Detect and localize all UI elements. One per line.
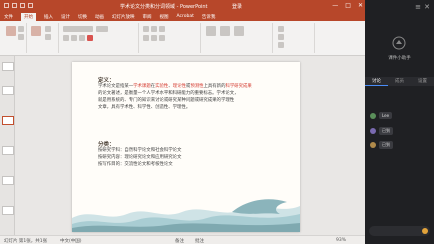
ribbon-tabs: 文件 开始 插入 设计 切换 动画 幻灯片放映 审阅 视图 Acrobat 告诉… [0,12,365,21]
slide-thumbnail[interactable] [2,176,14,185]
slide-thumbnail[interactable] [2,206,14,215]
tab-insert[interactable]: 插入 [44,14,53,20]
layout-icon[interactable] [45,26,51,32]
tell-me-search[interactable]: 告诉我 [202,14,216,20]
status-bar: 幻灯片 第1张，共1张 中文(中国) 备注 批注 93% [0,235,365,244]
category-line-2: 按研究内容：理论研究论文和应用研究论文 [98,155,182,160]
definition-heading: 定义： [98,78,115,84]
cut-icon[interactable] [18,26,24,32]
minimize-button[interactable]: — [332,2,338,9]
align-left-icon[interactable] [143,35,149,41]
notes-button[interactable]: 备注 [175,238,184,244]
window-title: 学术论文分类和分词领域 - PowerPoint [120,4,208,10]
powerpoint-window: 学术论文分类和分词领域 - PowerPoint 登录 — □ ✕ 文件 开始 … [0,0,365,244]
save-icon[interactable] [4,3,9,8]
category-line-1: 按研究学科：自然科学论文和社会科学论文 [98,148,182,153]
new-slide-icon[interactable] [31,26,41,36]
redo-icon[interactable] [20,3,25,8]
slide-thumbnail[interactable] [2,146,14,155]
align-right-icon[interactable] [159,35,165,41]
font-size-select[interactable] [96,26,108,32]
tab-settings[interactable]: 设置 [411,77,434,86]
slide-thumbnail[interactable] [2,62,14,71]
panel-tabs: 讨论 成员 设置 [365,77,434,86]
sign-in-link[interactable]: 登录 [232,3,242,10]
chat-message: Lee [370,112,393,119]
chat-input[interactable] [369,226,430,236]
comments-button[interactable]: 批注 [195,238,204,244]
close-icon[interactable]: ✕ [424,3,430,11]
chat-message: 已到 [370,127,393,135]
tab-transitions[interactable]: 切换 [78,14,87,20]
editing-group [274,23,315,53]
slide-thumbnails-pane [0,56,15,236]
tab-file[interactable]: 文件 [4,14,13,20]
replace-icon[interactable] [278,34,284,40]
avatar [370,128,376,134]
tab-design[interactable]: 设计 [61,14,70,20]
category-line-3: 按写作目的：交流性论文和考核性论文 [98,162,173,167]
slide-thumbnail[interactable] [2,86,14,95]
slides-group [28,23,59,53]
copy-icon[interactable] [18,34,24,40]
wave-decoration [72,199,300,232]
send-icon[interactable] [422,228,428,234]
chat-message: 已到 [370,141,393,149]
tab-slideshow[interactable]: 幻灯片放映 [112,14,135,20]
quick-styles-icon[interactable] [234,26,244,36]
start-slideshow-icon[interactable] [28,3,33,8]
avatar [370,142,376,148]
zoom-level[interactable]: 93% [336,238,346,243]
paste-icon[interactable] [6,26,16,36]
underline-icon[interactable] [79,35,85,41]
undo-icon[interactable] [12,3,17,8]
indent-icon[interactable] [159,26,165,32]
slide-canvas[interactable]: 定义： 学术论文是指某一学术课题在实验性、理论性或预测性上具有新的科学研究成果 … [72,62,300,232]
tab-members[interactable]: 成员 [388,77,411,86]
definition-line-4: 文章，具有学术性、科学性、创造性、学理性。 [98,105,191,110]
align-center-icon[interactable] [151,35,157,41]
language-indicator[interactable]: 中文(中国) [60,238,82,244]
assistant-side-panel: ≡ ✕ 课件小助手 讨论 成员 设置 Lee 已到 已到 [365,0,434,244]
bullets-icon[interactable] [143,26,149,32]
message-text: 已到 [379,141,393,149]
slide-thumbnail-selected[interactable] [2,116,14,125]
ribbon-toolbar [0,21,365,56]
reset-icon[interactable] [45,34,51,40]
tab-acrobat[interactable]: Acrobat [177,14,194,19]
avatar [370,112,376,119]
font-color-icon[interactable] [87,35,93,41]
clipboard-group [2,23,27,53]
slide-counter: 幻灯片 第1张，共1张 [4,239,48,244]
quick-access-toolbar [4,3,33,8]
tab-home[interactable]: 开始 [21,12,36,21]
tab-view[interactable]: 视图 [160,14,169,20]
drawing-group [202,23,273,53]
message-text: Lee [379,112,393,119]
menu-icon[interactable]: ≡ [415,3,421,11]
tab-discussion[interactable]: 讨论 [365,77,388,86]
definition-line-1: 学术论文是指某一学术课题在实验性、理论性或预测性上具有新的科学研究成果 [98,84,252,89]
numbering-icon[interactable] [151,26,157,32]
assistant-brand: 课件小助手 [388,56,411,61]
arrange-icon[interactable] [220,26,230,36]
select-icon[interactable] [278,42,284,48]
maximize-button[interactable]: □ [345,2,351,9]
font-family-select[interactable] [63,26,93,32]
find-icon[interactable] [278,26,284,32]
assistant-logo-icon [392,36,406,50]
shapes-icon[interactable] [206,26,216,36]
definition-line-2: 的论文著述，是衡量一个人学术水平和科研能力的重要标志。学术论文， [98,91,239,96]
font-group [60,23,139,53]
message-text: 已到 [379,127,393,135]
tab-review[interactable]: 审阅 [143,14,152,20]
tab-animations[interactable]: 动画 [95,14,104,20]
title-bar: 学术论文分类和分词领域 - PowerPoint 登录 — □ ✕ [0,0,365,12]
paragraph-group [140,23,201,53]
bold-icon[interactable] [63,35,69,41]
definition-line-3: 就是用系统的、专门的知识来讨论或研究某种问题或研究成果的学理性 [98,98,235,103]
italic-icon[interactable] [71,35,77,41]
category-heading: 分类： [98,142,115,148]
close-button[interactable]: ✕ [358,2,363,9]
